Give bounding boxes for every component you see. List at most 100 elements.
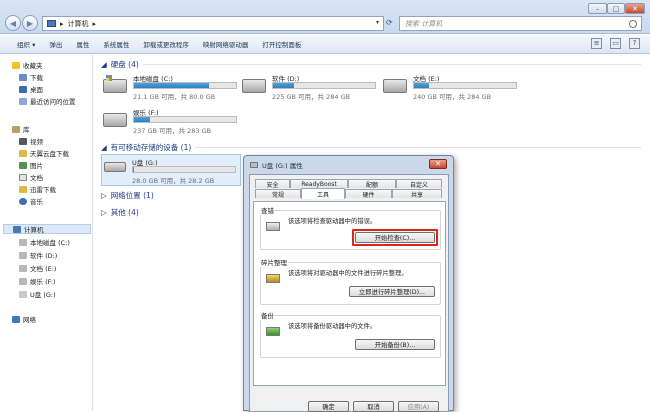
apply-button[interactable]: 应用(A) [398, 401, 439, 412]
nav-network[interactable]: 网络 [12, 314, 36, 324]
tab-quota[interactable]: 配额 [348, 179, 396, 189]
nav-thunder-downloads[interactable]: 迅雷下载 [19, 184, 56, 194]
toolbar-control-panel[interactable]: 打开控制面板 [255, 39, 308, 49]
address-bar[interactable]: ▸ 计算机 ▸ [42, 16, 384, 31]
tab-security[interactable]: 安全 [255, 179, 290, 189]
nav-pictures[interactable]: 图片 [19, 160, 43, 170]
drive-g[interactable]: U盘 (G:) 28.0 GB 可用，共 28.2 GB [101, 154, 241, 186]
defrag-now-button[interactable]: 立即进行碎片整理(D)... [349, 286, 435, 297]
network-icon [12, 315, 20, 323]
navigation-pane: 收藏夹 下载 桌面 最近访问的位置 库 视频 天翼云盘下载 图片 文档 迅雷下载… [0, 55, 93, 411]
help-icon[interactable]: ? [629, 38, 640, 49]
drive-icon [383, 79, 407, 93]
drive-c[interactable]: 本地磁盘 (C:) 21.1 GB 可用，共 80.0 GB [103, 73, 243, 103]
drive-g-usage-bar [132, 166, 236, 173]
expand-icon: ▷ [101, 191, 107, 200]
computer-icon [13, 225, 21, 233]
dialog-title: U盘 (G:) 属性 [262, 162, 303, 170]
nav-recent[interactable]: 最近访问的位置 [19, 96, 76, 106]
error-check-description: 该选项将检查驱动器中的错误。 [288, 218, 377, 225]
cancel-button[interactable]: 取消 [353, 401, 394, 412]
nav-drive-e[interactable]: 文档 (E:) [19, 263, 56, 273]
tab-sharing[interactable]: 共享 [392, 189, 442, 199]
start-backup-button[interactable]: 开始备份(B)... [355, 339, 435, 350]
drive-f-usage-bar [133, 116, 237, 123]
address-location[interactable]: 计算机 [68, 19, 89, 29]
tab-readyboost[interactable]: ReadyBoost [290, 179, 348, 188]
ok-button[interactable]: 确定 [308, 401, 349, 412]
toolbar-uninstall[interactable]: 卸载或更改程序 [136, 39, 196, 49]
drive-d-usage-bar [272, 82, 376, 89]
tools-tab-panel: 查错 该选项将检查驱动器中的错误。 开始检查(C)... 碎片整理 该选项将对驱… [253, 201, 446, 386]
drive-f[interactable]: 娱乐 (F:) 237 GB 可用，共 283 GB [103, 107, 243, 137]
maximize-button[interactable]: □ [607, 3, 625, 14]
close-button[interactable]: ✕ [625, 3, 645, 14]
toolbar-properties[interactable]: 属性 [69, 39, 96, 49]
collapse-icon: ◢ [101, 143, 107, 152]
view-options-icon[interactable]: ≡ [591, 38, 602, 49]
nav-libraries[interactable]: 库 [12, 124, 30, 134]
error-check-title: 查错 [260, 205, 275, 215]
minimize-button[interactable]: – [588, 3, 607, 14]
video-library-icon [19, 137, 27, 145]
explorer-window: ◀ ▶ ▸ 计算机 ▸ ▾ ⟳ 搜索 计算机 – □ ✕ 组织 ▾ 弹出 属性 … [0, 0, 650, 412]
forward-button[interactable]: ▶ [22, 15, 38, 31]
nav-drive-g[interactable]: U盘 (G:) [19, 289, 56, 299]
usb-drive-icon [250, 162, 258, 168]
properties-dialog: U盘 (G:) 属性 ✕ 安全 ReadyBoost 配额 自定义 常规 工具 … [243, 155, 454, 412]
search-icon [629, 20, 637, 28]
toolbar-organize[interactable]: 组织 ▾ [10, 39, 42, 49]
collapse-icon: ◢ [101, 60, 107, 69]
nav-drive-d[interactable]: 软件 (D:) [19, 250, 57, 260]
nav-downloads[interactable]: 下载 [19, 72, 43, 82]
tab-hardware[interactable]: 硬件 [345, 189, 392, 199]
group-removable[interactable]: ◢ 有可移动存储的设备 (1) [101, 142, 641, 153]
drive-icon [19, 264, 27, 272]
folder-icon [19, 149, 27, 157]
title-bar: ◀ ▶ ▸ 计算机 ▸ ▾ ⟳ 搜索 计算机 – □ ✕ [0, 0, 650, 34]
address-separator: ▸ [60, 19, 64, 28]
tab-general[interactable]: 常规 [255, 189, 301, 199]
group-network[interactable]: ▷ 网络位置 (1) [101, 190, 241, 201]
defrag-title: 碎片整理 [260, 257, 288, 267]
nav-videos[interactable]: 视频 [19, 136, 43, 146]
group-other[interactable]: ▷ 其他 (4) [101, 207, 241, 218]
nav-music[interactable]: 音乐 [19, 196, 43, 206]
address-separator: ▸ [92, 19, 97, 28]
nav-drive-f[interactable]: 娱乐 (F:) [19, 276, 56, 286]
nav-drive-c[interactable]: 本地磁盘 (C:) [19, 237, 70, 247]
nav-documents[interactable]: 文档 [19, 172, 43, 182]
nav-tianyi-downloads[interactable]: 天翼云盘下载 [19, 148, 69, 158]
folder-icon [19, 185, 27, 193]
document-library-icon [19, 173, 27, 181]
group-hdd[interactable]: ◢ 硬盘 (4) [101, 59, 641, 70]
refresh-icon[interactable]: ⟳ [386, 18, 393, 27]
nav-favorites[interactable]: 收藏夹 [12, 60, 43, 70]
drive-e[interactable]: 文档 (E:) 240 GB 可用，共 284 GB [383, 73, 523, 103]
drive-icon [242, 79, 266, 93]
highlight-box [352, 229, 438, 246]
address-dropdown-icon[interactable]: ▾ [376, 19, 379, 26]
toolbar-eject[interactable]: 弹出 [42, 39, 69, 49]
command-toolbar: 组织 ▾ 弹出 属性 系统属性 卸载或更改程序 映射网络驱动器 打开控制面板 [0, 35, 650, 54]
tab-customize[interactable]: 自定义 [396, 179, 442, 189]
dialog-close-button[interactable]: ✕ [429, 159, 447, 169]
drive-d[interactable]: 软件 (D:) 225 GB 可用，共 284 GB [242, 73, 382, 103]
drive-c-usage-bar [133, 82, 237, 89]
tab-tools[interactable]: 工具 [301, 188, 345, 199]
nav-computer[interactable]: 计算机 [3, 224, 91, 234]
picture-library-icon [19, 161, 27, 169]
preview-pane-icon[interactable]: ▭ [610, 38, 621, 49]
search-input[interactable]: 搜索 计算机 [399, 16, 642, 31]
drive-icon [103, 113, 127, 127]
drive-check-icon [266, 222, 280, 231]
backup-icon [266, 327, 280, 336]
toolbar-map-drive[interactable]: 映射网络驱动器 [196, 39, 256, 49]
library-icon [12, 125, 20, 133]
nav-desktop[interactable]: 桌面 [19, 84, 43, 94]
back-button[interactable]: ◀ [5, 15, 21, 31]
usb-drive-icon [104, 162, 126, 172]
desktop-icon [19, 85, 27, 93]
backup-description: 该选项将备份驱动器中的文件。 [288, 323, 377, 330]
toolbar-system-properties[interactable]: 系统属性 [96, 39, 136, 49]
